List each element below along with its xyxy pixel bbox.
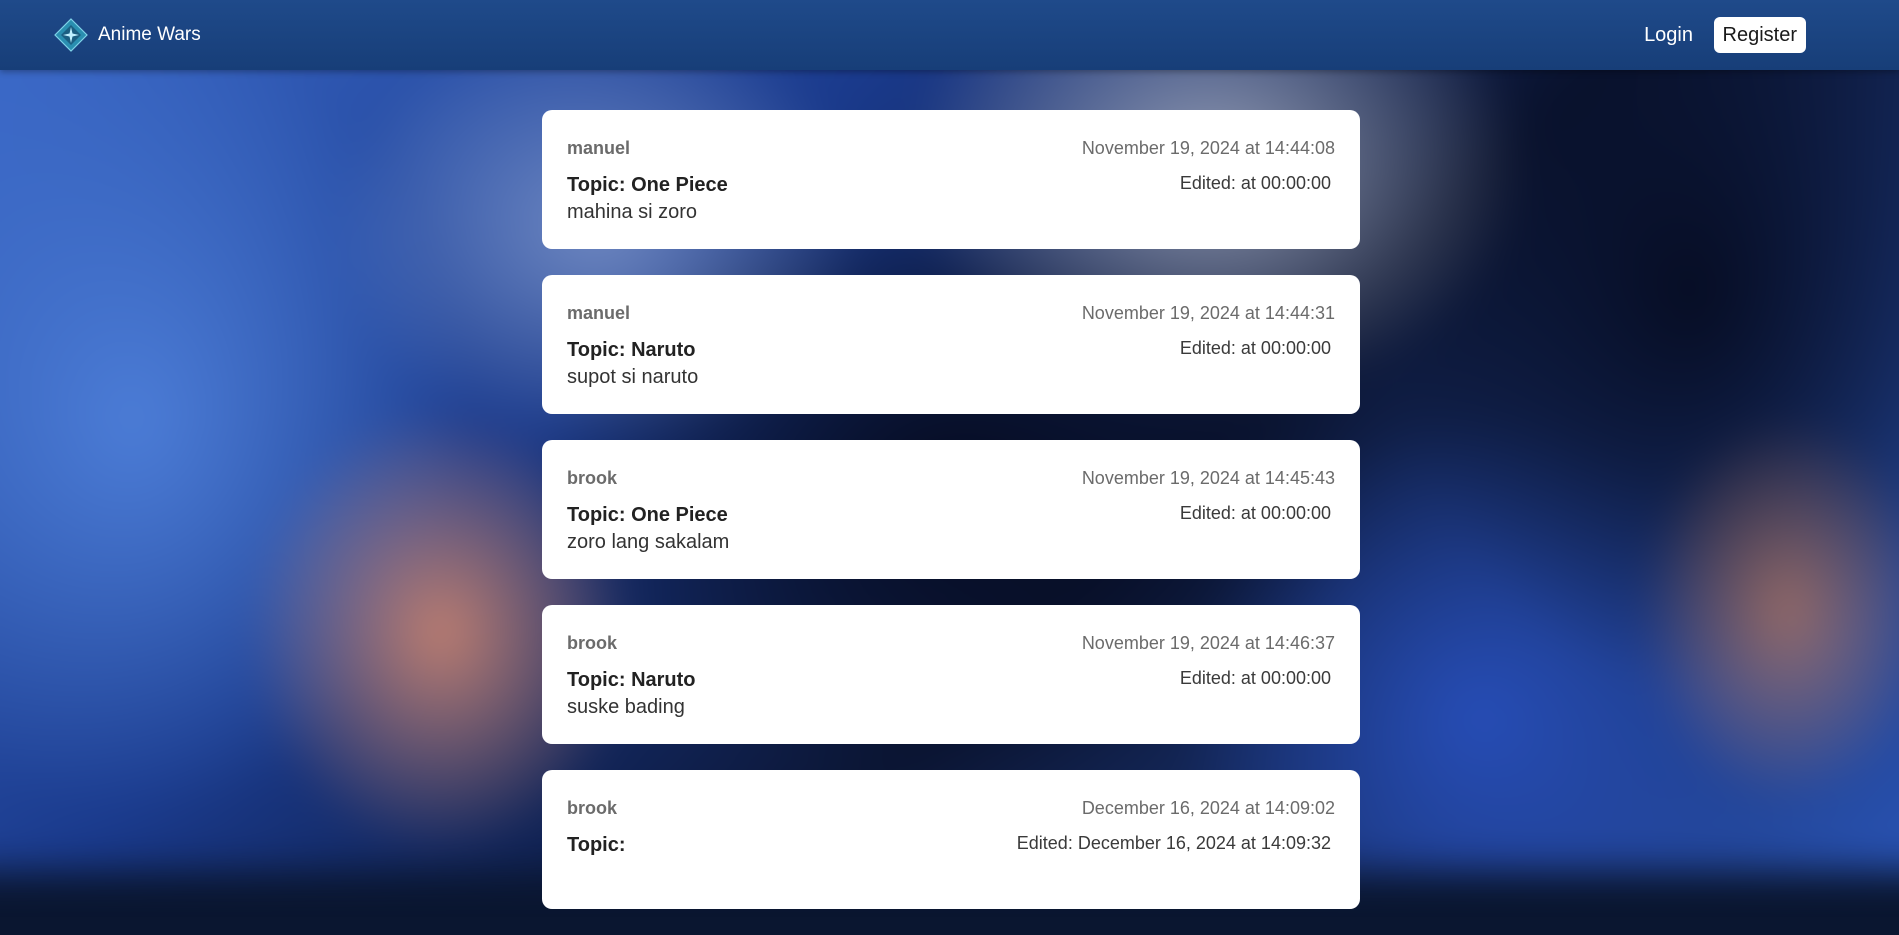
post-topic: Topic: Naruto	[567, 669, 696, 691]
post-edited: Edited: at 00:00:00	[1179, 338, 1331, 358]
brand-link[interactable]: Anime Wars	[54, 13, 201, 57]
post-topic: Topic: One Piece	[567, 504, 728, 526]
post-card[interactable]: brook November 19, 2024 at 14:45:43 Topi…	[542, 440, 1360, 579]
post-content: suske bading	[567, 696, 685, 718]
post-card[interactable]: manuel November 19, 2024 at 14:44:08 Top…	[542, 110, 1360, 249]
post-edited: Edited: December 16, 2024 at 14:09:32	[1016, 833, 1331, 853]
post-card[interactable]: brook December 16, 2024 at 14:09:02 Topi…	[542, 770, 1360, 909]
post-username: brook	[567, 633, 618, 653]
post-date: November 19, 2024 at 14:44:08	[1081, 138, 1335, 158]
post-card[interactable]: manuel November 19, 2024 at 14:44:31 Top…	[542, 275, 1360, 414]
login-link[interactable]: Login	[1644, 17, 1693, 53]
post-username: manuel	[567, 303, 631, 323]
post-content: supot si naruto	[567, 366, 699, 388]
post-date: December 16, 2024 at 14:09:02	[1081, 798, 1335, 818]
post-date: November 19, 2024 at 14:44:31	[1081, 303, 1335, 323]
post-card[interactable]: brook November 19, 2024 at 14:46:37 Topi…	[542, 605, 1360, 744]
post-username: manuel	[567, 138, 631, 158]
post-username: brook	[567, 468, 618, 488]
post-topic: Topic: One Piece	[567, 174, 728, 196]
post-edited: Edited: at 00:00:00	[1179, 503, 1331, 523]
post-feed: manuel November 19, 2024 at 14:44:08 Top…	[542, 110, 1360, 935]
register-button[interactable]: Register	[1713, 17, 1806, 53]
post-content: zoro lang sakalam	[567, 531, 730, 553]
post-topic: Topic: Naruto	[567, 339, 696, 361]
post-date: November 19, 2024 at 14:46:37	[1081, 633, 1335, 653]
post-content: mahina si zoro	[567, 201, 698, 223]
post-edited: Edited: at 00:00:00	[1179, 668, 1331, 688]
post-date: November 19, 2024 at 14:45:43	[1081, 468, 1335, 488]
brand-name: Anime Wars	[98, 24, 201, 45]
post-edited: Edited: at 00:00:00	[1179, 173, 1331, 193]
top-navbar: Anime Wars Login Register	[0, 0, 1899, 70]
anime-wars-logo-icon	[54, 18, 88, 52]
post-username: brook	[567, 798, 618, 818]
